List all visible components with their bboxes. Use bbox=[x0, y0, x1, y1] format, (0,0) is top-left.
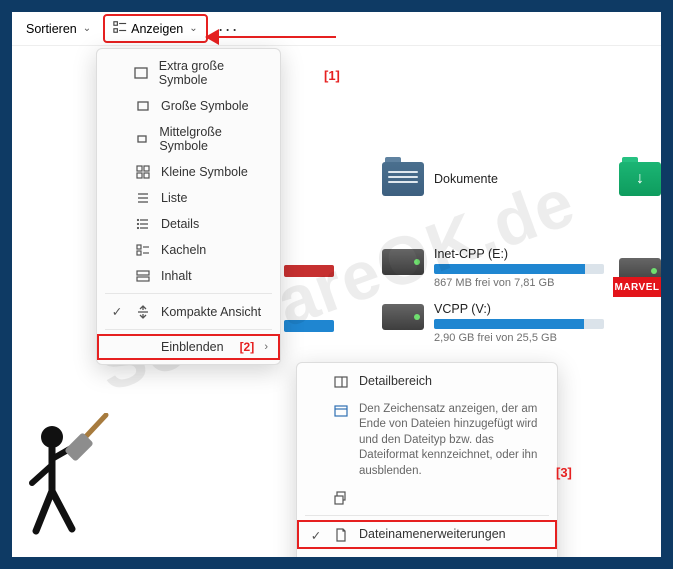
check-icon: ✓ bbox=[309, 528, 323, 543]
view-button[interactable]: Anzeigen ⌄ bbox=[103, 14, 208, 43]
submenu-item-hidden-items[interactable]: ✓ Ausgeblendete Elemente bbox=[297, 549, 557, 559]
drive-body: VCPP (V:) 2,90 GB frei von 25,5 GB bbox=[434, 302, 604, 344]
drive-usage-bar bbox=[434, 264, 604, 274]
menu-item-compact-view[interactable]: ✓ Kompakte Ansicht bbox=[97, 298, 280, 325]
list-icon bbox=[135, 191, 151, 205]
menu-label: Dateinamenerweiterungen bbox=[359, 526, 545, 543]
info-panel-icon bbox=[333, 404, 349, 418]
check-icon: ✓ bbox=[309, 557, 323, 559]
menu-label: Liste bbox=[161, 191, 187, 205]
drive-icon bbox=[382, 249, 424, 275]
view-label: Anzeigen bbox=[131, 22, 183, 36]
submenu-copy-icon-row bbox=[297, 483, 557, 511]
file-icon bbox=[333, 528, 349, 542]
menu-label: Kleine Symbole bbox=[161, 165, 248, 179]
menu-separator bbox=[105, 329, 272, 330]
menu-label: Mittelgroße Symbole bbox=[159, 125, 268, 153]
folder-documents[interactable]: Dokumente bbox=[382, 162, 498, 196]
show-submenu: Detailbereich Den Zeichensatz anzeigen, … bbox=[296, 362, 558, 559]
menu-label: Einblenden bbox=[161, 340, 224, 354]
tiles-icon bbox=[135, 243, 151, 257]
submenu-tooltip-description: Den Zeichensatz anzeigen, der am Ende vo… bbox=[297, 396, 557, 486]
menu-item-content[interactable]: Inhalt bbox=[97, 263, 280, 289]
copy-icon bbox=[333, 491, 349, 505]
drive-v[interactable]: VCPP (V:) 2,90 GB frei von 25,5 GB bbox=[382, 302, 604, 344]
callout-3: [3] bbox=[556, 465, 572, 480]
submenu-item-detail-pane[interactable]: Detailbereich bbox=[297, 367, 557, 396]
menu-label: Details bbox=[161, 217, 199, 231]
extra-large-icons-icon bbox=[134, 66, 149, 80]
menu-label: Extra große Symbole bbox=[159, 59, 268, 87]
drive-name: VCPP (V:) bbox=[434, 302, 604, 316]
drive-e[interactable]: Inet-CPP (E:) 867 MB frei von 7,81 GB bbox=[382, 247, 604, 289]
drive-body: Inet-CPP (E:) 867 MB frei von 7,81 GB bbox=[434, 247, 604, 289]
large-icons-icon bbox=[135, 99, 151, 113]
details-icon bbox=[135, 217, 151, 231]
chevron-down-icon: ⌄ bbox=[83, 23, 91, 34]
eye-icon bbox=[333, 557, 349, 559]
tooltip-text: Den Zeichensatz anzeigen, der am Ende vo… bbox=[359, 402, 545, 480]
content-icon bbox=[135, 269, 151, 283]
folder-label: Dokumente bbox=[434, 172, 498, 186]
check-icon: ✓ bbox=[109, 304, 125, 319]
folder-downloads[interactable]: ↓ bbox=[619, 162, 661, 196]
menu-item-show-submenu[interactable]: Einblenden [2] › bbox=[97, 334, 280, 360]
menu-label: Detailbereich bbox=[359, 373, 545, 390]
layout-icon bbox=[113, 20, 127, 37]
usage-bar-fragment bbox=[284, 265, 334, 277]
annotation-arrow bbox=[216, 30, 336, 44]
folder-icon bbox=[382, 162, 424, 196]
drive-free-text: 867 MB frei von 7,81 GB bbox=[434, 277, 604, 289]
callout-2: [2] bbox=[240, 340, 255, 354]
menu-item-tiles[interactable]: Kacheln bbox=[97, 237, 280, 263]
stick-figure-illustration bbox=[22, 413, 112, 543]
menu-label: Ausgeblendete Elemente bbox=[359, 555, 545, 559]
detail-pane-icon bbox=[333, 375, 349, 389]
small-icons-icon bbox=[135, 165, 151, 179]
marvel-badge: MARVEL bbox=[613, 277, 661, 297]
download-folder-icon: ↓ bbox=[619, 162, 661, 196]
drive-free-text: 2,90 GB frei von 25,5 GB bbox=[434, 332, 604, 344]
menu-item-extra-large-icons[interactable]: Extra große Symbole bbox=[97, 53, 280, 93]
menu-item-large-icons[interactable]: Große Symbole bbox=[97, 93, 280, 119]
menu-item-medium-icons[interactable]: Mittelgroße Symbole bbox=[97, 119, 280, 159]
toolbar: Sortieren ⌄ Anzeigen ⌄ ··· bbox=[12, 12, 661, 46]
sort-button[interactable]: Sortieren ⌄ bbox=[18, 18, 99, 40]
chevron-right-icon: › bbox=[264, 341, 268, 353]
menu-label: Kacheln bbox=[161, 243, 206, 257]
medium-icons-icon bbox=[134, 132, 149, 146]
submenu-item-file-extensions[interactable]: ✓ Dateinamenerweiterungen bbox=[297, 520, 557, 549]
menu-item-small-icons[interactable]: Kleine Symbole bbox=[97, 159, 280, 185]
menu-separator bbox=[105, 293, 272, 294]
menu-label: Kompakte Ansicht bbox=[161, 305, 261, 319]
menu-item-list[interactable]: Liste bbox=[97, 185, 280, 211]
drive-name: Inet-CPP (E:) bbox=[434, 247, 604, 261]
menu-separator bbox=[305, 515, 549, 516]
menu-label: Große Symbole bbox=[161, 99, 249, 113]
compact-icon bbox=[135, 305, 151, 319]
menu-item-details[interactable]: Details bbox=[97, 211, 280, 237]
menu-label: Inhalt bbox=[161, 269, 192, 283]
sort-label: Sortieren bbox=[26, 22, 77, 36]
usage-bar-fragment bbox=[284, 320, 334, 332]
drive-usage-bar bbox=[434, 319, 604, 329]
chevron-down-icon: ⌄ bbox=[189, 23, 197, 34]
drive-icon bbox=[382, 304, 424, 330]
view-menu: Extra große Symbole Große Symbole Mittel… bbox=[96, 48, 281, 365]
